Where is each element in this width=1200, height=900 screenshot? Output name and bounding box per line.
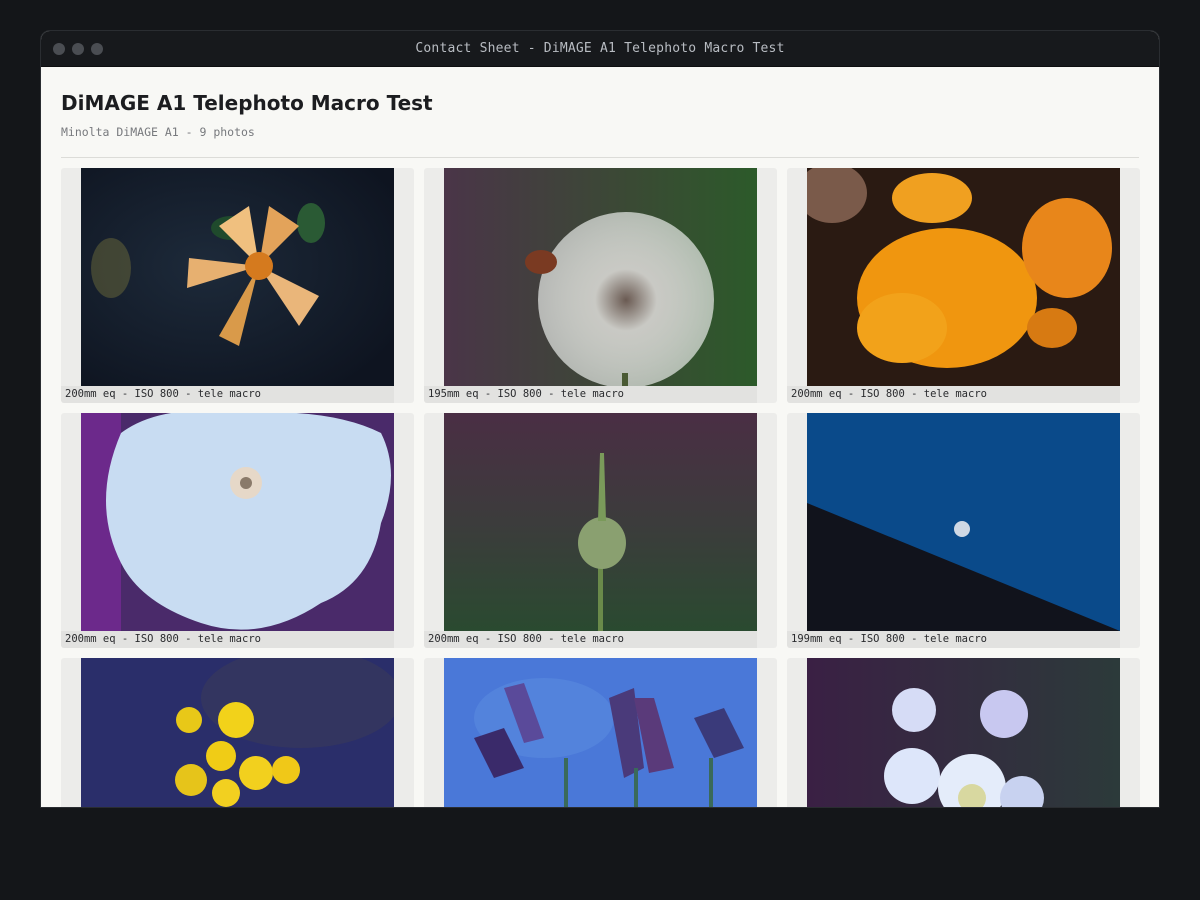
- photo-thumbnail[interactable]: [807, 658, 1120, 807]
- app-window: Contact Sheet - DiMAGE A1 Telephoto Macr…: [40, 30, 1160, 808]
- photo-card[interactable]: 199mm eq - ISO 800 - tele macro: [787, 413, 1140, 648]
- photo-caption: 195mm eq - ISO 800 - tele macro: [424, 386, 757, 403]
- divider: [61, 157, 1139, 158]
- page-title: DiMAGE A1 Telephoto Macro Test: [61, 91, 433, 115]
- photo-caption: 199mm eq - ISO 800 - tele macro: [787, 631, 1120, 648]
- photo-grid: 200mm eq - ISO 800 - tele macro 195mm eq…: [61, 168, 1140, 807]
- photo-caption: 200mm eq - ISO 800 - tele macro: [787, 386, 1120, 403]
- main-content: DiMAGE A1 Telephoto Macro Test Minolta D…: [41, 67, 1159, 807]
- photo-thumbnail[interactable]: [444, 658, 757, 807]
- photo-card[interactable]: 200mm eq - ISO 800 - tele macro: [61, 168, 414, 403]
- photo-thumbnail[interactable]: [444, 168, 757, 386]
- photo-card[interactable]: 200mm eq - ISO 800 - tele macro: [424, 413, 777, 648]
- maximize-button[interactable]: [91, 43, 103, 55]
- photo-caption: 200mm eq - ISO 800 - tele macro: [61, 386, 394, 403]
- photo-caption: 200mm eq - ISO 800 - tele macro: [424, 631, 757, 648]
- photo-card[interactable]: 195mm eq - ISO 800 - tele macro: [424, 168, 777, 403]
- photo-thumbnail[interactable]: [444, 413, 757, 631]
- photo-thumbnail[interactable]: [807, 413, 1120, 631]
- photo-card[interactable]: [787, 658, 1140, 807]
- minimize-button[interactable]: [72, 43, 84, 55]
- photo-card[interactable]: [61, 658, 414, 807]
- photo-thumbnail[interactable]: [81, 658, 394, 807]
- page-subtitle: Minolta DiMAGE A1 - 9 photos: [61, 125, 255, 139]
- title-bar: Contact Sheet - DiMAGE A1 Telephoto Macr…: [41, 31, 1159, 67]
- photo-thumbnail[interactable]: [81, 413, 394, 631]
- photo-card[interactable]: [424, 658, 777, 807]
- photo-thumbnail[interactable]: [807, 168, 1120, 386]
- window-controls: [53, 43, 103, 55]
- photo-thumbnail[interactable]: [81, 168, 394, 386]
- close-button[interactable]: [53, 43, 65, 55]
- photo-card[interactable]: 200mm eq - ISO 800 - tele macro: [61, 413, 414, 648]
- photo-card[interactable]: 200mm eq - ISO 800 - tele macro: [787, 168, 1140, 403]
- window-title: Contact Sheet - DiMAGE A1 Telephoto Macr…: [415, 41, 785, 56]
- photo-caption: 200mm eq - ISO 800 - tele macro: [61, 631, 394, 648]
